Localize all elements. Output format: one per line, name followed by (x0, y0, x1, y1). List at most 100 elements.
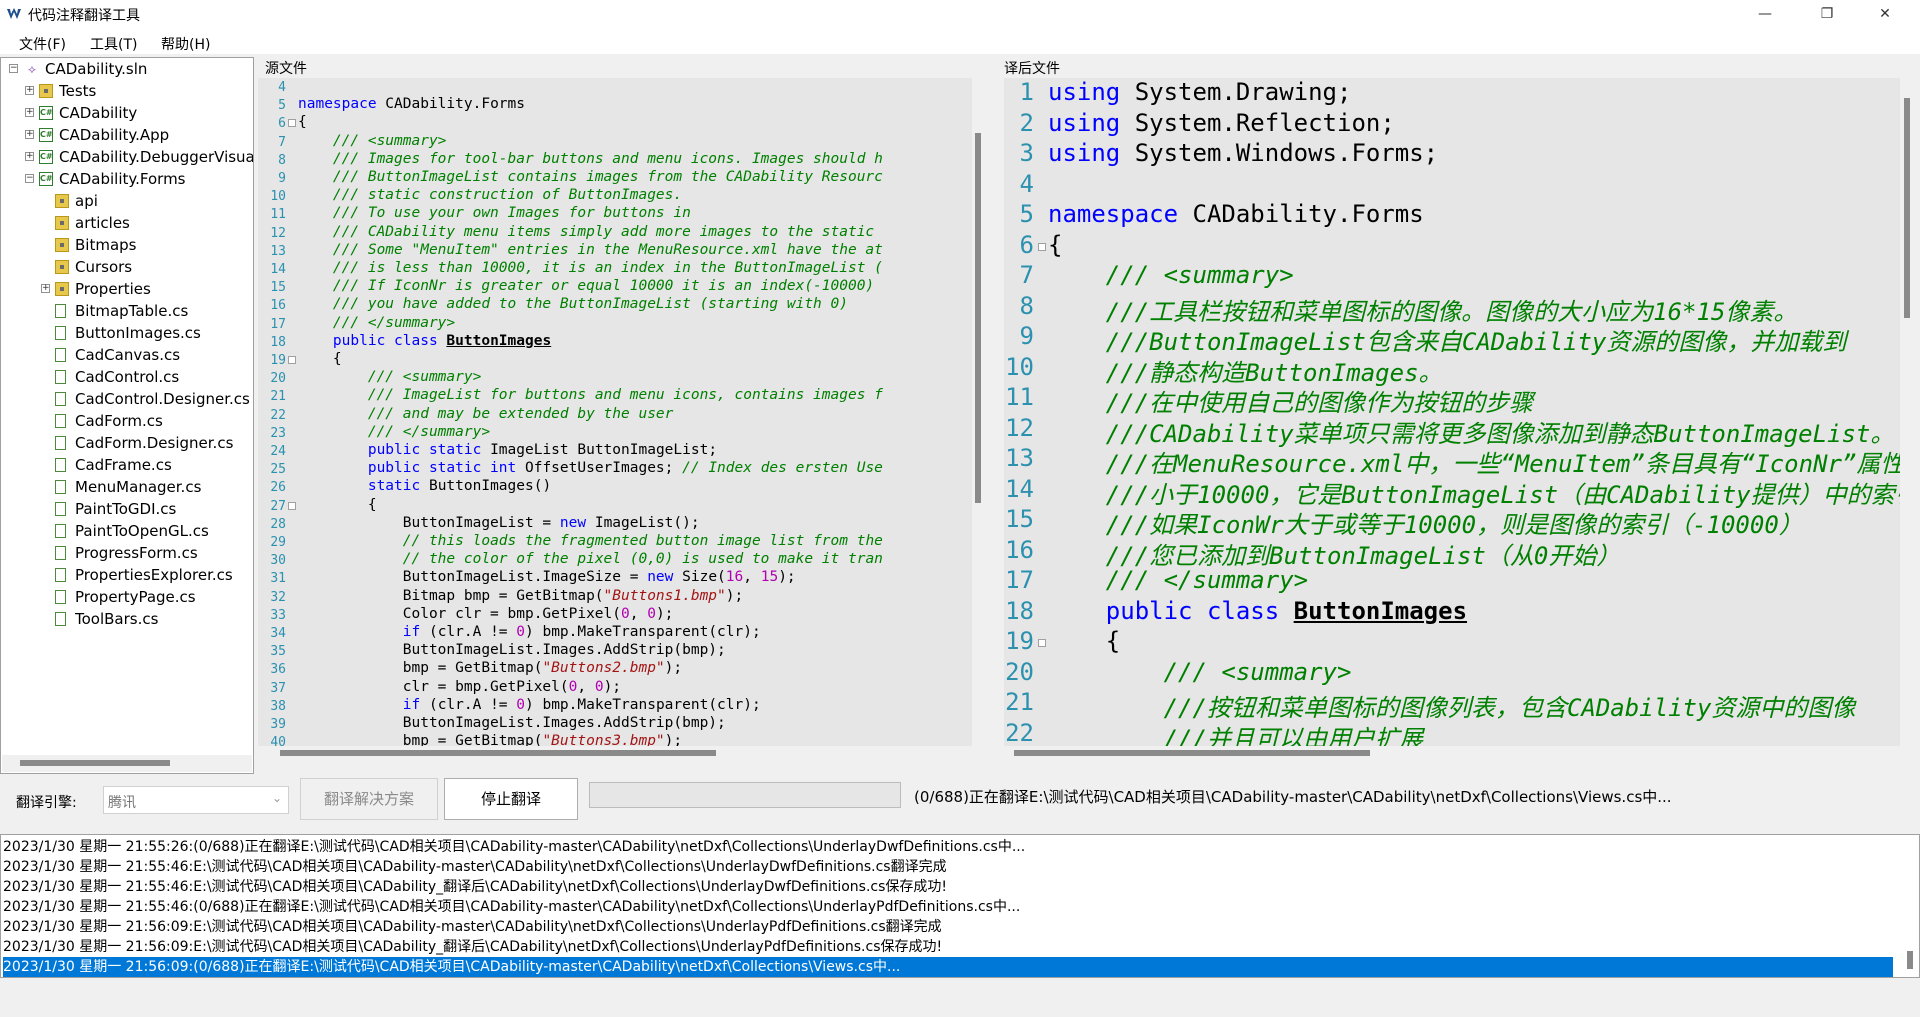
code-line: bmp = GetBitmap("Buttons2.bmp"); (298, 660, 683, 677)
line-number: 9 (1019, 322, 1034, 350)
scrollbar-thumb[interactable] (975, 133, 981, 503)
engine-select-value: 腾讯 (108, 795, 136, 811)
code-line: /// and may be extended by the user (367, 405, 674, 422)
line-number: 14 (270, 262, 286, 277)
code-line: { (1048, 627, 1121, 655)
fold-toggle-icon[interactable] (288, 119, 296, 128)
line-number: 34 (270, 626, 286, 641)
close-icon[interactable]: ✕ (1862, 0, 1908, 28)
code-line: ///并且可以由用户扩展 (1163, 724, 1423, 747)
log-entry[interactable]: 2023/1/30 星期一 21:55:46:(0/688)正在翻译E:\测试代… (3, 897, 1893, 917)
tree-item-label: api (75, 192, 98, 210)
line-number: 2 (1019, 108, 1034, 137)
scrollbar-thumb[interactable] (1014, 750, 1370, 756)
scrollbar-thumb[interactable] (1904, 98, 1910, 318)
code-line: /// </summary> (332, 314, 456, 331)
code-line: /// If IconNr is greater or equal 10000 … (332, 278, 875, 295)
log-entry[interactable]: 2023/1/30 星期一 21:56:09:E:\测试代码\CAD相关项目\C… (3, 937, 1893, 957)
scrollbar-thumb[interactable] (280, 750, 716, 756)
menu-file[interactable]: 文件(F) (19, 34, 66, 54)
tree-item-label: CADability.DebuggerVisua (59, 148, 254, 166)
file-icon (55, 480, 66, 494)
line-number: 18 (270, 334, 286, 350)
tree-item-label: CadForm.Designer.cs (75, 434, 234, 452)
code-line: namespace CADability.Forms (1048, 200, 1424, 228)
file-icon (55, 546, 66, 560)
log-entry[interactable]: 2023/1/30 星期一 21:55:26:(0/688)正在翻译E:\测试代… (3, 837, 1893, 857)
expand-icon[interactable]: + (25, 108, 34, 117)
translate-solution-button[interactable]: 翻译解决方案 (300, 778, 438, 820)
fold-toggle-icon[interactable] (288, 356, 296, 364)
line-number: 12 (1005, 413, 1034, 442)
minimize-icon[interactable]: — (1742, 0, 1788, 28)
fold-toggle-icon[interactable] (288, 501, 296, 510)
log-entry[interactable]: 2023/1/30 星期一 21:55:46:E:\测试代码\CAD相关项目\C… (3, 877, 1893, 897)
code-line: namespace CADability.Forms (298, 96, 525, 113)
translated-vertical-scrollbar[interactable] (1900, 78, 1914, 746)
restore-icon[interactable]: ❐ (1804, 0, 1850, 28)
fold-toggle-icon[interactable] (1038, 639, 1046, 647)
scrollbar-thumb[interactable] (20, 760, 170, 766)
code-line: { (298, 351, 342, 367)
source-vertical-scrollbar[interactable] (972, 78, 984, 746)
line-number: 21 (270, 389, 286, 405)
engine-select[interactable]: 腾讯 ⌄ (103, 786, 289, 814)
translated-horizontal-scrollbar[interactable] (1004, 746, 1914, 760)
source-editor[interactable]: 4 5 namespace CADability.Forms 6 {7 /// <sum… (258, 78, 972, 746)
file-icon (55, 326, 66, 340)
fold-toggle-icon[interactable] (1038, 242, 1046, 251)
line-number: 37 (270, 680, 286, 696)
line-number: 10 (1005, 352, 1034, 381)
tree-item-label: CADability.App (59, 126, 170, 144)
line-number: 40 (270, 735, 286, 746)
code-line: /// you have added to the ButtonImageLis… (332, 296, 848, 313)
line-number: 17 (270, 316, 286, 332)
status-text: (0/688)正在翻译E:\测试代码\CAD相关项目\CADability-ma… (914, 788, 1672, 806)
tree-item-label: CADability (59, 104, 138, 122)
file-icon (55, 612, 66, 626)
menu-tools[interactable]: 工具(T) (90, 34, 137, 54)
code-line: Bitmap bmp = GetBitmap("Buttons1.bmp"); (298, 587, 744, 604)
code-line: ButtonImageList.ImageSize = new Size(16,… (298, 569, 796, 586)
translated-editor[interactable]: 1 using System.Drawing; 2 using System.Refl… (1004, 78, 1900, 746)
expand-icon[interactable]: + (25, 86, 34, 95)
code-line: public static int OffsetUserImages; // I… (367, 460, 883, 477)
expand-icon[interactable]: + (25, 130, 34, 139)
collapse-icon[interactable]: − (25, 174, 34, 183)
tree-item-label: articles (75, 214, 130, 232)
line-number: 7 (278, 134, 286, 150)
tree-item-label: CadFrame.cs (75, 456, 172, 474)
log-entry[interactable]: 2023/1/30 星期一 21:56:09:E:\测试代码\CAD相关项目\C… (3, 917, 1893, 937)
line-number: 6 (1019, 230, 1034, 259)
code-line: /// CADability menu items simply add mor… (332, 223, 875, 240)
tree-item-label: CadControl.cs (75, 368, 180, 386)
window-title: 代码注释翻译工具 (28, 8, 140, 24)
tree-root-label: CADability.sln (45, 60, 148, 78)
line-number: 35 (270, 644, 286, 660)
tree-item-label: CadForm.cs (75, 412, 163, 430)
progress-bar (589, 782, 901, 808)
line-number: 1 (1019, 78, 1034, 106)
log-entry[interactable]: 2023/1/30 星期一 21:55:46:E:\测试代码\CAD相关项目\C… (3, 857, 1893, 877)
line-number: 15 (1005, 505, 1034, 533)
engine-label: 翻译引擎: (16, 795, 77, 811)
scrollbar-thumb[interactable] (1907, 951, 1913, 969)
line-number: 26 (270, 480, 286, 496)
tree-horizontal-scrollbar[interactable] (2, 755, 252, 772)
collapse-icon[interactable]: − (9, 64, 18, 73)
source-horizontal-scrollbar[interactable] (258, 746, 984, 760)
expand-icon[interactable]: + (41, 284, 50, 293)
line-number: 14 (1005, 474, 1034, 503)
log-vertical-scrollbar[interactable] (1903, 837, 1917, 975)
menu-help[interactable]: 帮助(H) (161, 34, 210, 54)
stop-translation-button[interactable]: 停止翻译 (444, 778, 578, 820)
code-line: using System.Reflection; (1048, 108, 1395, 137)
line-number: 27 (270, 498, 286, 514)
code-line: // the color of the pixel (0,0) is used … (402, 551, 883, 568)
log-entry[interactable]: 2023/1/30 星期一 21:56:09:(0/688)正在翻译E:\测试代… (3, 957, 1893, 977)
expand-icon[interactable]: + (25, 152, 34, 161)
folder-icon (55, 260, 69, 274)
log-list[interactable]: 2023/1/30 星期一 21:55:26:(0/688)正在翻译E:\测试代… (0, 834, 1920, 978)
tree-item-label: Cursors (75, 258, 133, 276)
code-line: bmp = GetBitmap("Buttons3.bmp"); (298, 733, 683, 746)
